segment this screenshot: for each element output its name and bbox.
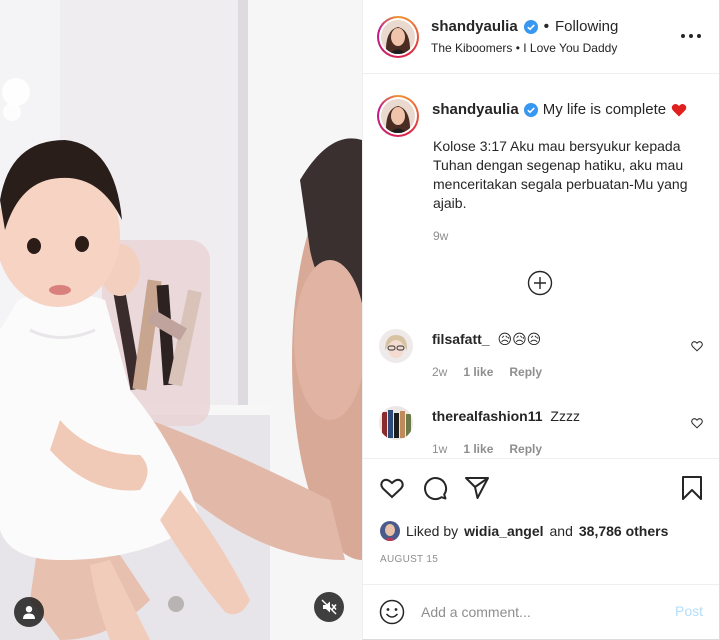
heart-outline-icon[interactable] — [379, 475, 405, 501]
likes-others-link[interactable]: 38,786 others — [579, 523, 669, 539]
comment-text: Zzzz — [550, 408, 580, 424]
comment-reply-button[interactable]: Reply — [509, 365, 542, 379]
comment-body: filsafatt_ 😥😥😥 — [432, 331, 541, 348]
author-username[interactable]: shandyaulia — [431, 18, 518, 35]
more-options-icon[interactable] — [681, 28, 701, 44]
user-tag-button[interactable] — [14, 597, 44, 627]
comment-bubble-icon[interactable] — [422, 475, 448, 501]
post-details-panel: shandyaulia • Following The Kiboomers • … — [362, 0, 720, 640]
comment-text: 😥😥😥 — [497, 331, 542, 347]
likes-middle: and — [549, 523, 573, 539]
comment-likes[interactable]: 1 like — [463, 365, 493, 379]
comment-input[interactable] — [421, 599, 651, 625]
comment-heart-icon[interactable] — [691, 340, 703, 352]
comment-item: therealfashion11 Zzzz 1w 1 like Reply — [363, 402, 719, 462]
caption-author-avatar[interactable] — [377, 95, 419, 137]
likes-prefix: Liked by — [406, 523, 459, 539]
comment-meta: 1w 1 like Reply — [432, 442, 542, 456]
likes-summary: Liked by widia_angel and 38,786 others — [380, 521, 668, 541]
paper-plane-icon[interactable] — [464, 475, 490, 501]
user-tag-icon — [23, 606, 35, 619]
liker-avatar[interactable] — [380, 521, 400, 541]
verified-badge-icon — [523, 19, 538, 34]
author-avatar-image — [381, 20, 415, 54]
comment-body: therealfashion11 Zzzz — [432, 408, 580, 424]
audio-attribution-link[interactable]: The Kiboomers • I Love You Daddy — [431, 41, 617, 55]
liker-username[interactable]: widia_angel — [464, 523, 543, 539]
add-comment-bar: Post — [363, 584, 719, 639]
comment-username[interactable]: therealfashion11 — [432, 408, 543, 424]
author-avatar[interactable] — [377, 16, 419, 58]
commenter-avatar[interactable] — [379, 406, 413, 440]
caption-text: My life is complete — [542, 101, 667, 118]
caption-body: Kolose 3:17 Aku mau bersyukur kepada Tuh… — [433, 138, 688, 211]
post-video-frame — [0, 0, 362, 640]
following-button[interactable]: Following — [555, 18, 618, 35]
verified-badge-icon — [523, 102, 538, 117]
comment-username[interactable]: filsafatt_ — [432, 331, 490, 347]
bookmark-icon[interactable] — [679, 475, 705, 501]
post-comment-button[interactable]: Post — [675, 603, 703, 619]
caption-username[interactable]: shandyaulia — [432, 101, 519, 118]
comment-likes[interactable]: 1 like — [463, 442, 493, 456]
comment-time[interactable]: 2w — [432, 365, 447, 379]
post-header: shandyaulia • Following The Kiboomers • … — [363, 0, 719, 74]
header-user-line: shandyaulia • Following — [431, 18, 618, 35]
comment-heart-icon[interactable] — [691, 417, 703, 429]
caption-timestamp[interactable]: 9w — [433, 229, 448, 243]
plus-circle-icon[interactable] — [527, 270, 553, 296]
caption-heading: shandyaulia My life is complete — [432, 101, 687, 118]
comment-reply-button[interactable]: Reply — [509, 442, 542, 456]
commenter-avatar[interactable] — [379, 329, 413, 363]
post-media[interactable] — [0, 0, 362, 640]
comment-meta: 2w 1 like Reply — [432, 365, 542, 379]
red-heart-emoji-icon — [671, 103, 687, 116]
comment-item: filsafatt_ 😥😥😥 2w 1 like Reply — [363, 325, 719, 385]
speaker-muted-icon — [321, 599, 337, 615]
post-date[interactable]: AUGUST 15 — [380, 554, 438, 565]
audio-toggle-button[interactable] — [314, 592, 344, 622]
smiley-icon[interactable] — [379, 599, 405, 625]
comment-time[interactable]: 1w — [432, 442, 447, 456]
caption-avatar-image — [381, 99, 415, 133]
header-separator: • — [543, 18, 549, 35]
